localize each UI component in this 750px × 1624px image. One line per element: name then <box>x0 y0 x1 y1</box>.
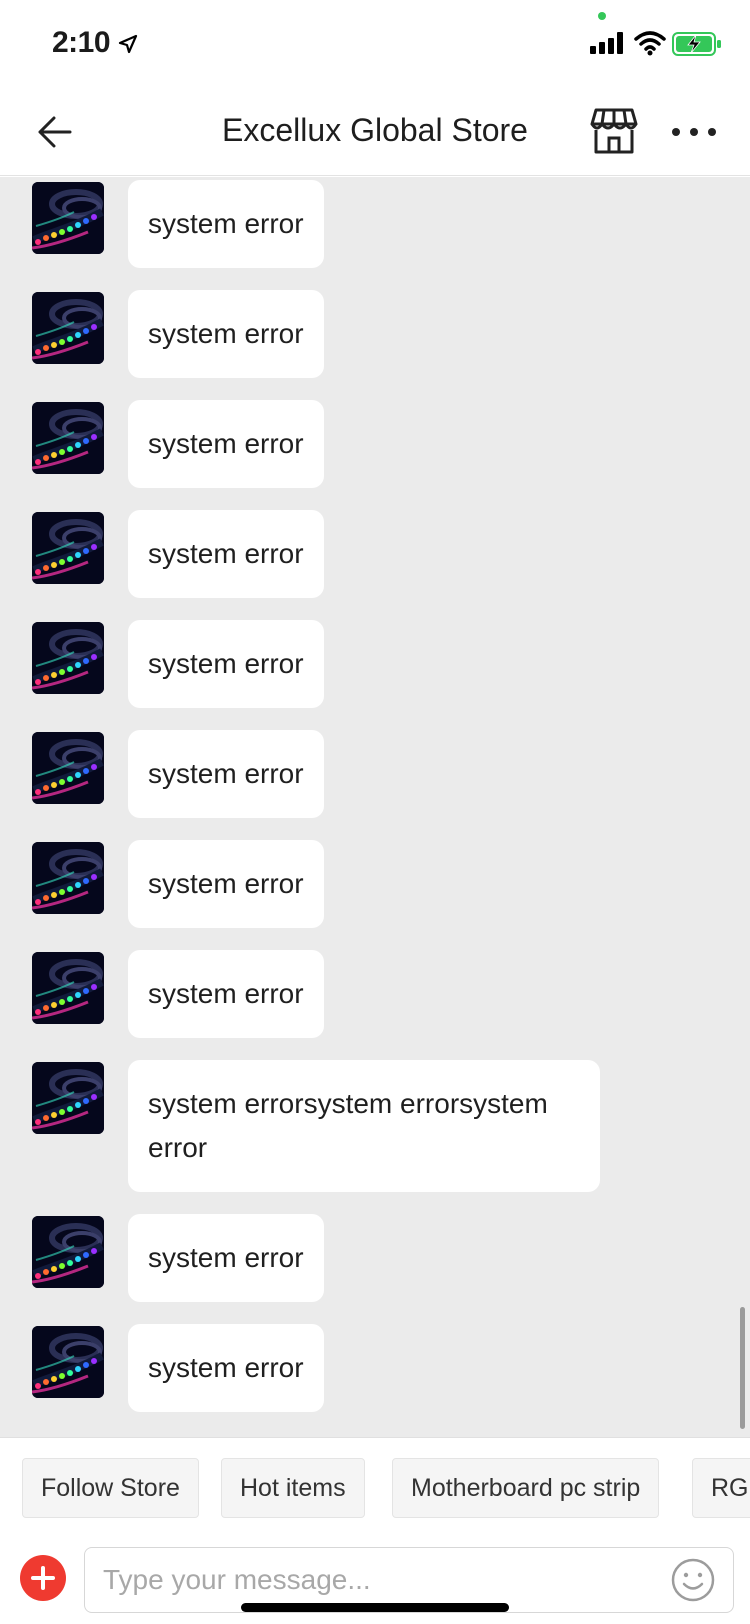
led-strip-image <box>32 952 104 1024</box>
quick-reply-rgb[interactable]: RGB <box>692 1458 750 1518</box>
more-dot <box>690 128 698 136</box>
led-strip-image <box>32 842 104 914</box>
led-strip-image <box>32 1062 104 1134</box>
location-arrow-icon <box>118 34 138 54</box>
message-bubble: system error <box>128 1324 324 1412</box>
plus-circle-icon[interactable] <box>20 1555 66 1601</box>
message-composer <box>0 1547 750 1624</box>
led-strip-image <box>32 512 104 584</box>
more-dot <box>672 128 680 136</box>
smiley-icon[interactable] <box>670 1557 716 1603</box>
store-avatar[interactable] <box>32 732 104 804</box>
signal-icon <box>590 32 628 54</box>
store-avatar[interactable] <box>32 952 104 1024</box>
status-bar: 2:10 <box>0 0 750 90</box>
store-avatar[interactable] <box>32 1216 104 1288</box>
store-avatar[interactable] <box>32 622 104 694</box>
quick-reply-bar: Follow Store Hot items Motherboard pc st… <box>0 1437 750 1547</box>
led-strip-image <box>32 402 104 474</box>
quick-reply-motherboard-pc-strip[interactable]: Motherboard pc strip <box>392 1458 660 1518</box>
store-avatar[interactable] <box>32 842 104 914</box>
quick-reply-follow-store[interactable]: Follow Store <box>22 1458 199 1518</box>
home-indicator <box>241 1603 509 1612</box>
message-bubble: system errorsystem errorsystem error <box>128 1060 600 1192</box>
store-avatar[interactable] <box>32 402 104 474</box>
store-avatar[interactable] <box>32 1062 104 1134</box>
message-bubble: system error <box>128 510 324 598</box>
led-strip-image <box>32 1216 104 1288</box>
message-bubble: system error <box>128 730 324 818</box>
message-bubble: system error <box>128 840 324 928</box>
store-avatar[interactable] <box>32 512 104 584</box>
quick-reply-hot-items[interactable]: Hot items <box>221 1458 365 1518</box>
led-strip-image <box>32 622 104 694</box>
message-bubble: system error <box>128 620 324 708</box>
led-strip-image <box>32 182 104 254</box>
more-options-button[interactable] <box>672 112 716 152</box>
message-bubble: system error <box>128 400 324 488</box>
message-bubble: system error <box>128 1214 324 1302</box>
chat-scrollbar[interactable] <box>740 1307 745 1429</box>
privacy-indicator-dot <box>598 12 606 20</box>
led-strip-image <box>32 1326 104 1398</box>
store-avatar[interactable] <box>32 292 104 364</box>
wifi-icon <box>634 31 666 56</box>
chat-header: Excellux Global Store <box>0 90 750 176</box>
led-strip-image <box>32 732 104 804</box>
message-bubble: system error <box>128 290 324 378</box>
status-time: 2:10 <box>52 26 111 59</box>
store-avatar[interactable] <box>32 1326 104 1398</box>
battery-charging-icon <box>672 32 721 56</box>
message-bubble: system error <box>128 180 324 268</box>
store-avatar[interactable] <box>32 182 104 254</box>
message-bubble: system error <box>128 950 324 1038</box>
chat-message-list[interactable]: system error system error system error s… <box>0 177 750 1437</box>
more-dot <box>708 128 716 136</box>
storefront-icon[interactable] <box>590 106 638 156</box>
led-strip-image <box>32 292 104 364</box>
